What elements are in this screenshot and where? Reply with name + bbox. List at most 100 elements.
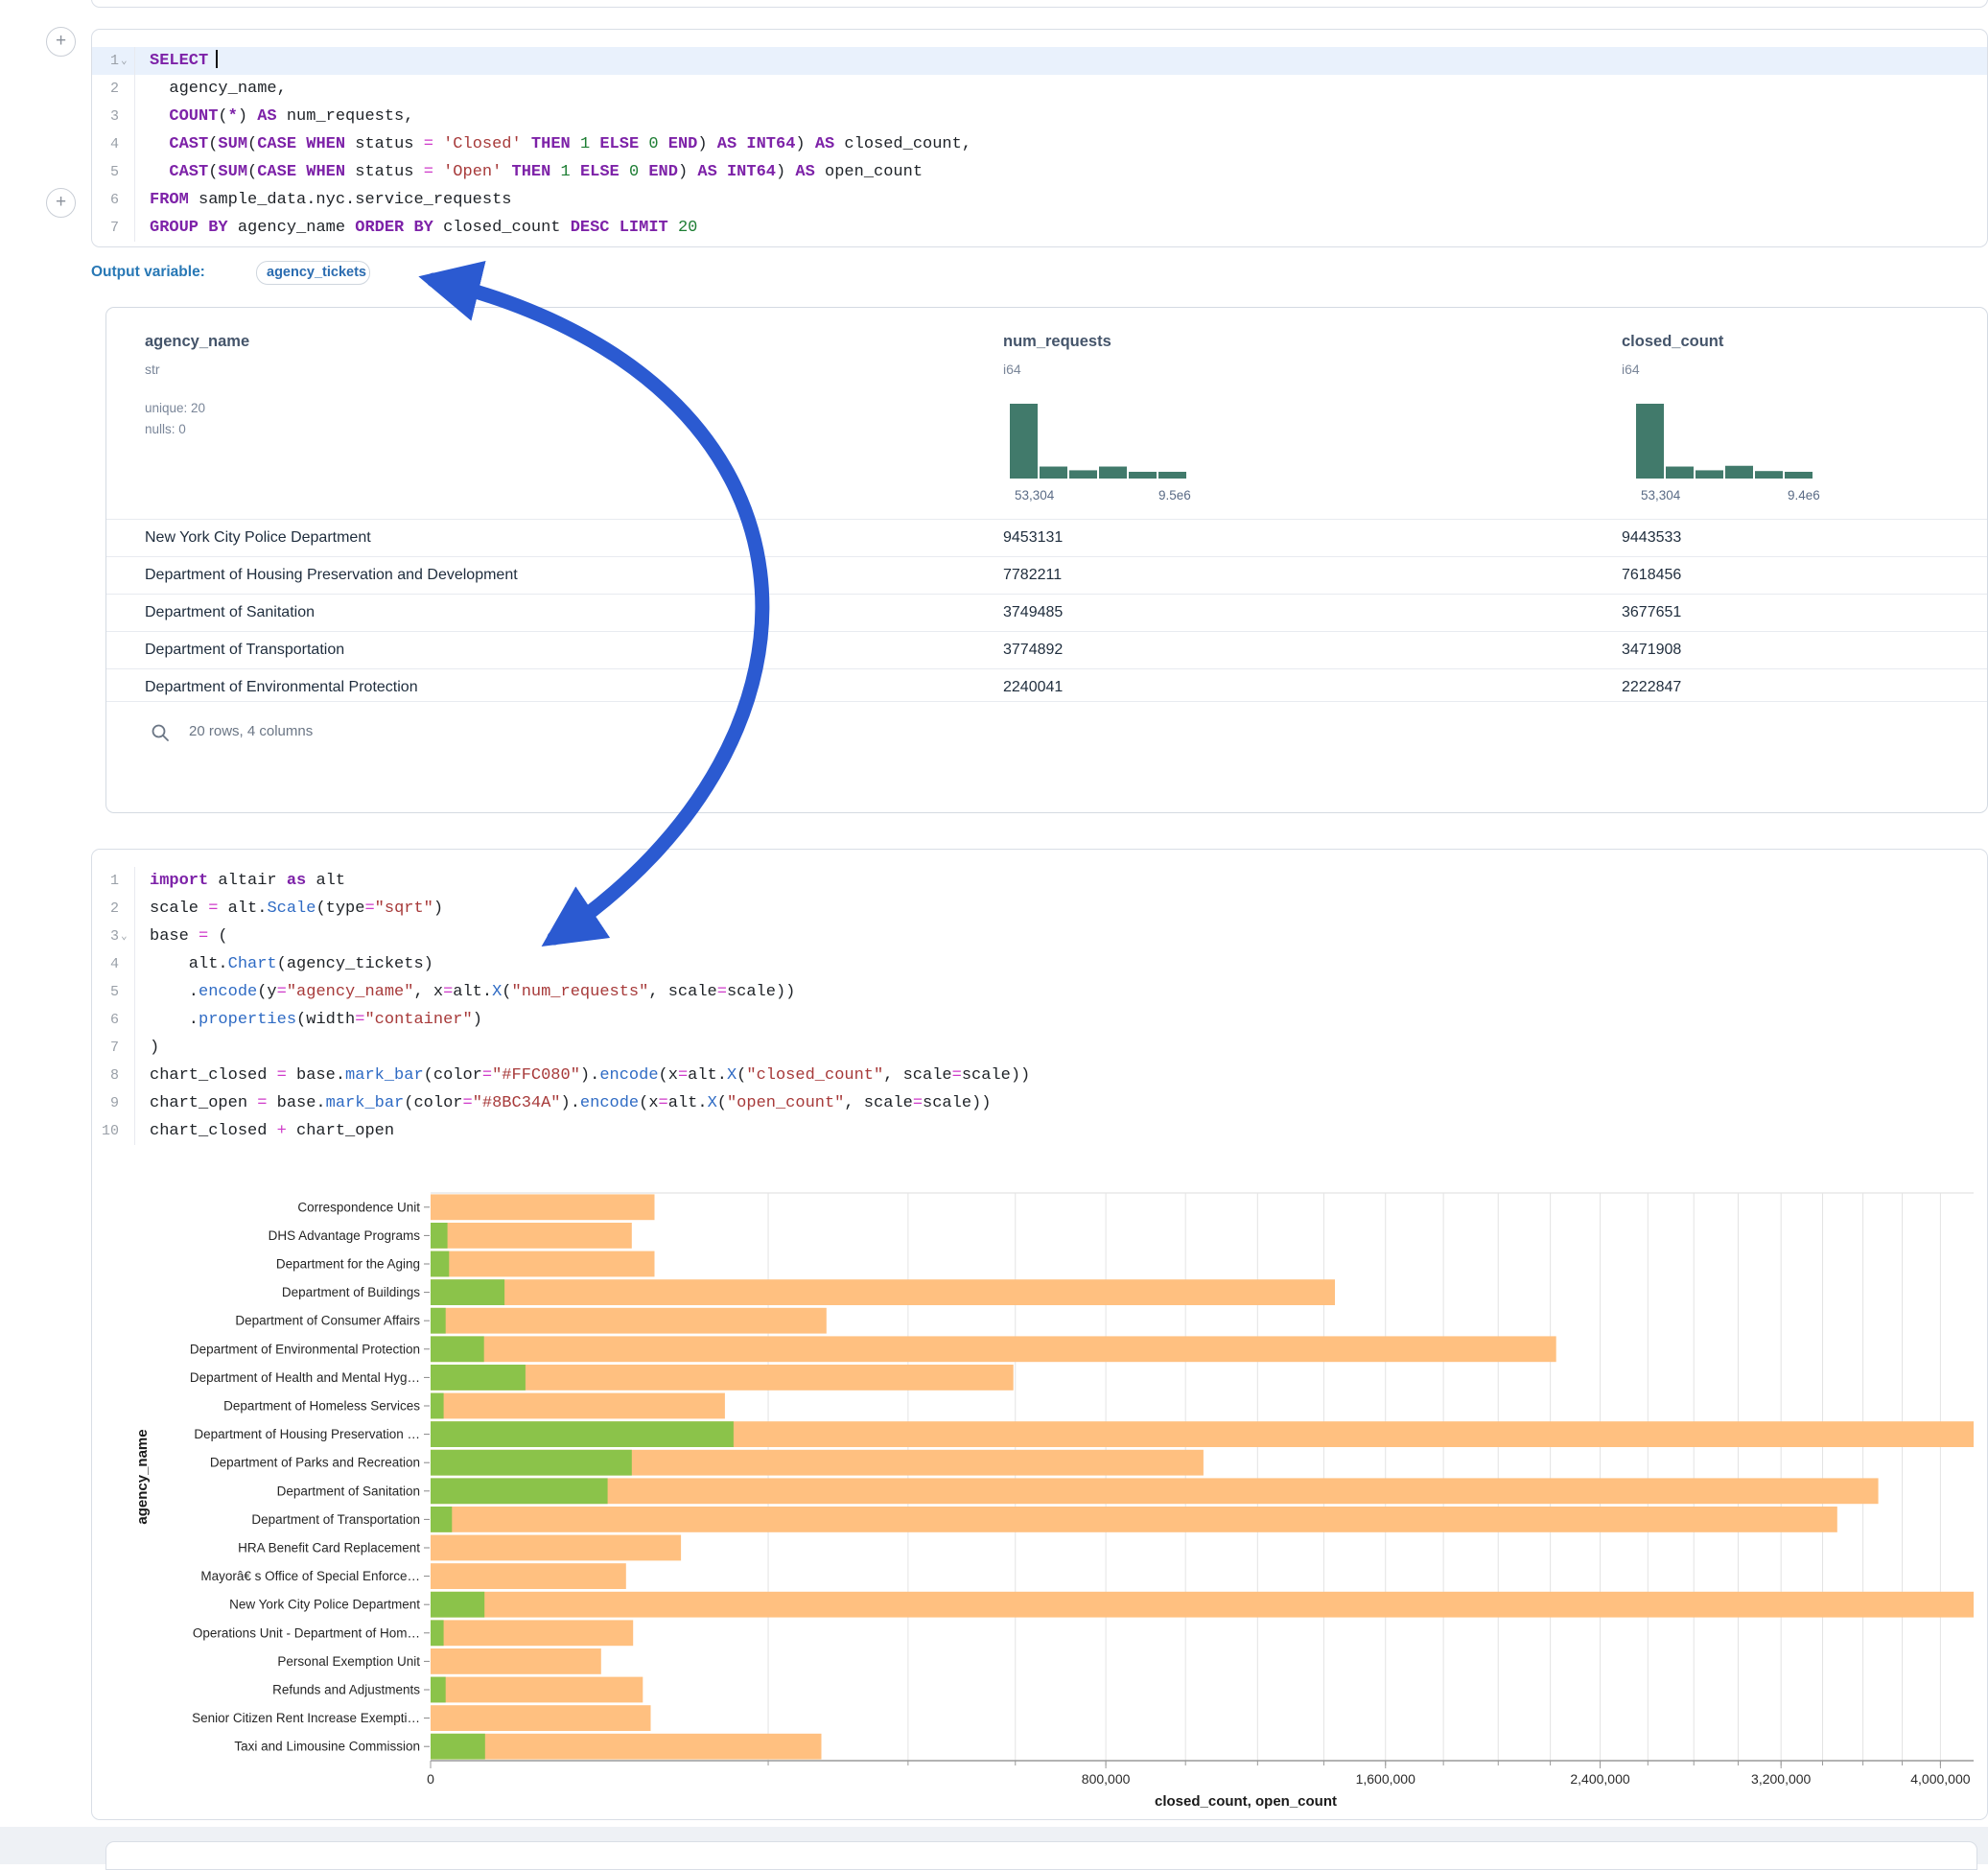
output-variable-label: Output variable:	[91, 264, 205, 281]
code-line[interactable]: 6 .properties(width="container")	[92, 1006, 1987, 1034]
text-caret	[216, 50, 218, 68]
histogram-min-label: 53,304	[1015, 488, 1054, 503]
histogram-max-label: 9.5e6	[1158, 488, 1191, 503]
bar-open_count	[431, 1478, 608, 1504]
y-axis-label: Taxi and Limousine Commission	[234, 1740, 420, 1754]
code-line[interactable]: 1import altair as alt	[92, 867, 1987, 895]
x-axis-tick-label: 800,000	[1082, 1771, 1131, 1787]
y-axis-label: Department of Sanitation	[277, 1484, 420, 1498]
bar-open_count	[431, 1421, 734, 1447]
table-row: New York City Police Department945313194…	[106, 519, 1987, 556]
line-number: 1	[92, 867, 135, 895]
line-number: 6	[92, 186, 135, 214]
code-line[interactable]: 7GROUP BY agency_name ORDER BY closed_co…	[92, 214, 1987, 242]
sql-code-editor[interactable]: 1⌄SELECT2 agency_name,3 COUNT(*) AS num_…	[92, 47, 1987, 242]
code-line[interactable]: 2scale = alt.Scale(type="sqrt")	[92, 895, 1987, 923]
y-axis-label: HRA Benefit Card Replacement	[238, 1541, 420, 1555]
collapse-chevron-icon[interactable]: ⌄	[121, 923, 128, 951]
bar-closed_count	[431, 1478, 1879, 1504]
cell-num-requests: 3774892	[1003, 632, 1063, 668]
line-number: 1	[92, 47, 135, 75]
cell-num-requests: 7782211	[1003, 557, 1062, 594]
y-axis-label: Department of Parks and Recreation	[210, 1456, 420, 1470]
bar-closed_count	[431, 1393, 725, 1419]
python-code-editor[interactable]: 1import altair as alt2scale = alt.Scale(…	[92, 867, 1987, 1145]
code-line[interactable]: 6FROM sample_data.nyc.service_requests	[92, 186, 1987, 214]
y-axis-label: Department of Buildings	[282, 1285, 420, 1299]
code-line[interactable]: 5 .encode(y="agency_name", x=alt.X("num_…	[92, 978, 1987, 1006]
line-number: 9	[92, 1089, 135, 1117]
y-axis-label: Department of Homeless Services	[223, 1399, 420, 1414]
line-number: 10	[92, 1117, 135, 1145]
code-line[interactable]: 9chart_open = base.mark_bar(color="#8BC3…	[92, 1089, 1987, 1117]
y-axis-label: New York City Police Department	[229, 1598, 420, 1612]
line-number: 5	[92, 158, 135, 186]
y-axis-label: Department of Transportation	[251, 1512, 420, 1527]
num-requests-histogram	[1010, 402, 1202, 482]
cell-closed-count: 3471908	[1622, 632, 1681, 668]
histogram-max-label: 9.4e6	[1788, 488, 1820, 503]
search-icon[interactable]	[151, 723, 170, 747]
line-number: 5	[92, 978, 135, 1006]
bar-closed_count	[431, 1734, 822, 1760]
y-axis-title: agency_name	[134, 1429, 151, 1524]
table-footer: 20 rows, 4 columns	[106, 701, 1987, 760]
table-row: Department of Sanitation37494853677651	[106, 594, 1987, 631]
code-line[interactable]: 3 COUNT(*) AS num_requests,	[92, 103, 1987, 130]
row-count-summary: 20 rows, 4 columns	[189, 723, 313, 739]
sql-cell[interactable]: 1⌄SELECT2 agency_name,3 COUNT(*) AS num_…	[91, 29, 1988, 247]
line-number: 2	[92, 895, 135, 923]
y-axis-label: Senior Citizen Rent Increase Exempti…	[192, 1711, 420, 1725]
cell-agency-name: New York City Police Department	[145, 520, 371, 556]
bar-open_count	[431, 1734, 485, 1760]
column-header-agency-name[interactable]: agency_name	[145, 333, 249, 351]
code-line[interactable]: 5 CAST(SUM(CASE WHEN status = 'Open' THE…	[92, 158, 1987, 186]
y-axis-label: DHS Advantage Programs	[269, 1228, 421, 1243]
bar-closed_count	[431, 1592, 1974, 1618]
x-axis-title: closed_count, open_count	[1155, 1793, 1337, 1810]
bar-open_count	[431, 1677, 446, 1703]
y-axis-label: Correspondence Unit	[297, 1200, 420, 1214]
code-line[interactable]: 10chart_closed + chart_open	[92, 1117, 1987, 1145]
table-row: Department of Housing Preservation and D…	[106, 556, 1987, 594]
bar-closed_count	[431, 1648, 601, 1674]
code-line[interactable]: 4 CAST(SUM(CASE WHEN status = 'Closed' T…	[92, 130, 1987, 158]
x-axis-tick-label: 1,600,000	[1356, 1771, 1415, 1787]
line-number: 2	[92, 75, 135, 103]
x-axis-tick-label: 0	[427, 1771, 434, 1787]
bar-closed_count	[431, 1279, 1335, 1305]
code-line[interactable]: 7)	[92, 1034, 1987, 1062]
column-dtype: str	[145, 362, 160, 377]
column-meta-unique: unique: 20	[145, 401, 205, 415]
bar-closed_count	[431, 1535, 681, 1561]
bar-closed_count	[431, 1563, 626, 1589]
code-line[interactable]: 4 alt.Chart(agency_tickets)	[92, 950, 1987, 978]
line-number: 3	[92, 923, 135, 950]
add-cell-button[interactable]: +	[46, 188, 76, 218]
code-line[interactable]: 3⌄base = (	[92, 923, 1987, 950]
add-cell-button[interactable]: +	[46, 27, 76, 57]
bar-closed_count	[431, 1677, 643, 1703]
bar-open_count	[431, 1620, 444, 1646]
python-cell[interactable]: 1import altair as alt2scale = alt.Scale(…	[91, 849, 1988, 1820]
y-axis-label: Department of Consumer Affairs	[235, 1314, 420, 1328]
output-variable-pill[interactable]: agency_tickets	[256, 261, 370, 285]
cell-closed-count: 3677651	[1622, 595, 1681, 631]
bar-closed_count	[431, 1705, 651, 1731]
bar-series	[431, 1194, 1974, 1759]
collapse-chevron-icon[interactable]: ⌄	[121, 48, 128, 76]
bar-open_count	[431, 1592, 484, 1618]
code-line[interactable]: 1⌄SELECT	[92, 47, 1987, 75]
bar-closed_count	[431, 1251, 655, 1277]
code-line[interactable]: 2 agency_name,	[92, 75, 1987, 103]
y-axis-label: Department of Health and Mental Hyg…	[190, 1370, 420, 1385]
bar-open_count	[431, 1365, 526, 1391]
code-line[interactable]: 8chart_closed = base.mark_bar(color="#FF…	[92, 1062, 1987, 1089]
column-header-num-requests[interactable]: num_requests	[1003, 333, 1111, 351]
bar-closed_count	[431, 1223, 632, 1249]
y-axis-label: Refunds and Adjustments	[272, 1683, 420, 1697]
column-header-closed-count[interactable]: closed_count	[1622, 333, 1723, 351]
altair-bar-chart: Correspondence Unit DHS Advantage Program…	[106, 1150, 1974, 1819]
cell-closed-count: 9443533	[1622, 520, 1681, 556]
bar-open_count	[431, 1336, 484, 1362]
